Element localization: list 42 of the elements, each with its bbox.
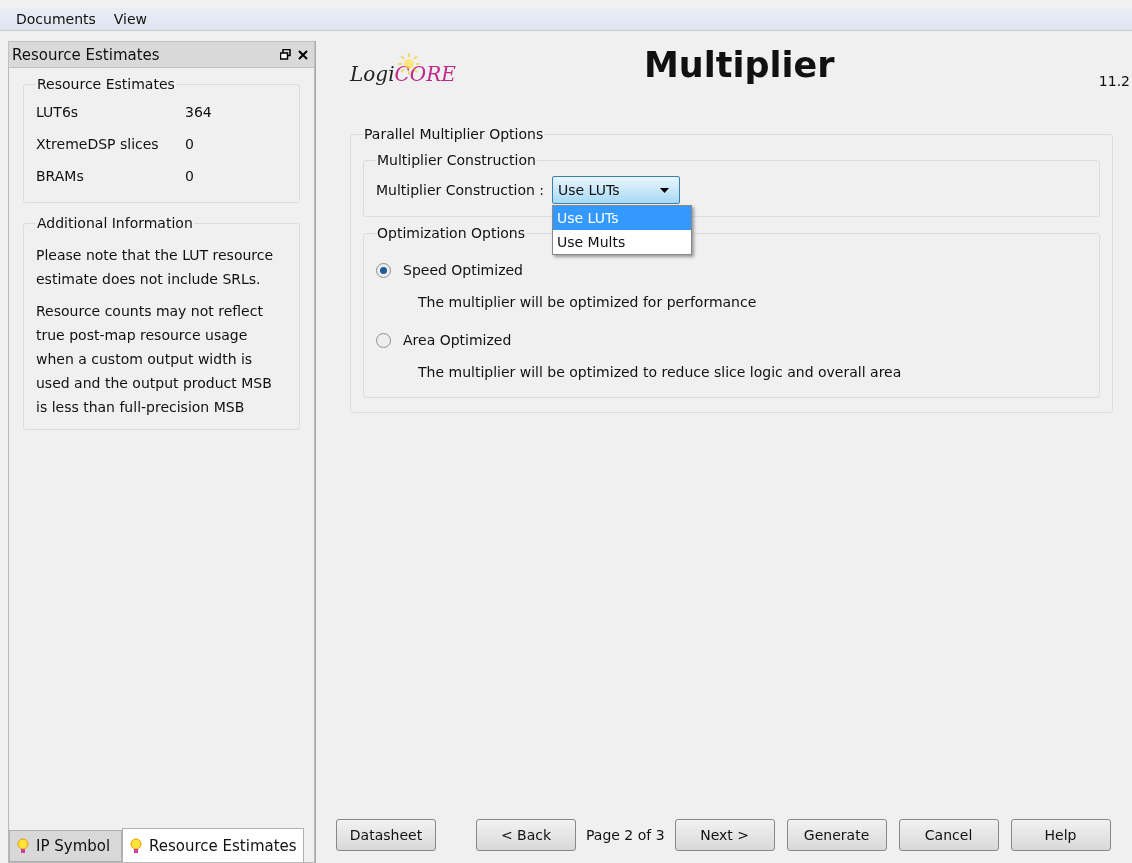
estimate-label: BRAMs <box>36 168 85 184</box>
option-description: The multiplier will be optimized for performance <box>417 293 758 312</box>
panel-title: Resource Estimates <box>12 45 160 64</box>
radio-label[interactable]: Area Optimized <box>403 332 512 348</box>
caret-icon <box>660 187 669 193</box>
estimate-value: 0 <box>185 136 194 152</box>
restore-icon[interactable] <box>280 49 291 60</box>
wizard-button[interactable]: Cancel <box>898 819 999 851</box>
estimate-label: LUT6s <box>36 104 80 120</box>
group-title: Additional Information <box>36 215 194 231</box>
lightbulb-icon <box>129 836 143 855</box>
group-title: Parallel Multiplier Options <box>363 126 545 142</box>
estimate-value: 0 <box>185 168 194 184</box>
panel-tab[interactable]: IP Symbol <box>9 830 122 862</box>
wizard-button[interactable]: < Back <box>476 819 576 851</box>
dropdown[interactable]: Use LUTs <box>552 176 680 204</box>
menu-item[interactable]: Documents <box>16 11 96 27</box>
field-label: Multiplier Construction : <box>376 182 544 198</box>
version-label: 11.2 <box>1098 73 1130 89</box>
group-title: Optimization Options <box>376 225 527 241</box>
logo: LogiCORE <box>350 53 456 89</box>
dropdown-option[interactable]: Use Mults <box>553 230 691 254</box>
estimate-label: XtremeDSP slices <box>36 136 160 152</box>
page-title: Multiplier <box>644 45 835 85</box>
estimate-value: 364 <box>185 104 212 120</box>
wizard-button[interactable]: Next > <box>674 819 775 851</box>
group-title: Multiplier Construction <box>376 152 537 168</box>
info-paragraph: Please note that the LUT resource estimate does not include SRLs. <box>36 246 275 289</box>
page-indicator: Page 2 of 3 <box>586 827 665 843</box>
radio-button[interactable] <box>376 332 391 348</box>
close-icon[interactable] <box>298 49 308 60</box>
radio-label[interactable]: Speed Optimized <box>403 262 523 278</box>
wizard-button[interactable]: Help <box>1010 819 1111 851</box>
radio-button[interactable] <box>376 262 391 278</box>
panel-tab[interactable]: Resource Estimates <box>122 828 304 862</box>
option-description: The multiplier will be optimized to reduce slice logic and overall area <box>417 363 903 382</box>
group-title: Resource Estimates <box>36 76 176 92</box>
lightbulb-icon <box>16 837 30 855</box>
wizard-button[interactable]: Generate <box>786 819 887 851</box>
wizard-button[interactable]: Datasheet <box>336 819 436 851</box>
menu-item[interactable]: View <box>113 11 148 27</box>
info-paragraph: Resource counts may not reflect true post-map resource usage when a custom output width is used and the output product MSB is less than full-precision MSB <box>36 302 273 417</box>
